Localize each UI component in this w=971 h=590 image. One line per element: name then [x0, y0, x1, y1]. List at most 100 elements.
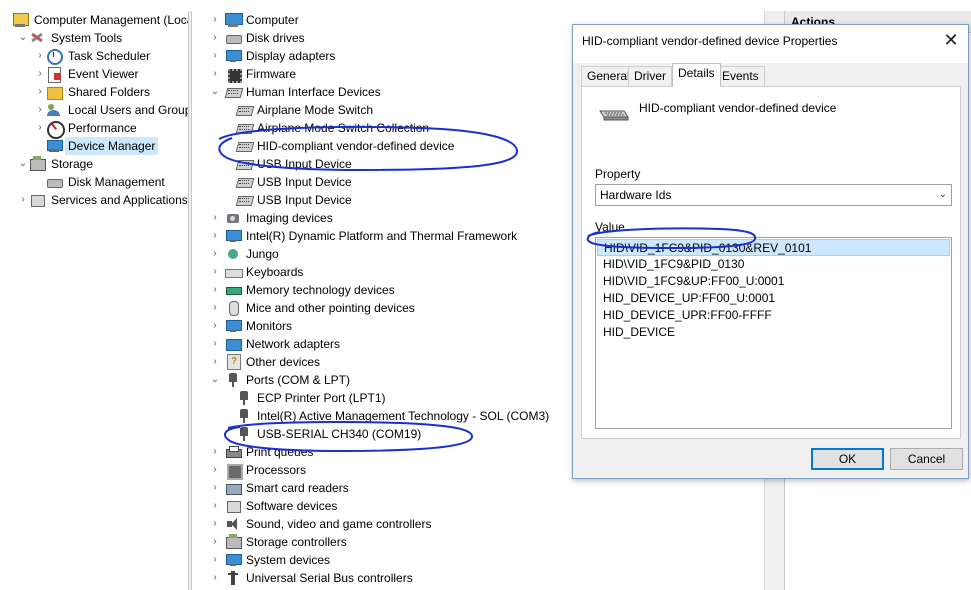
chevron-right-icon[interactable]: ›: [34, 83, 46, 101]
value-label: Value: [595, 220, 625, 234]
value-item[interactable]: HID\VID_1FC9&UP:FF00_U:0001: [597, 273, 950, 290]
tree-item-disk-management[interactable]: Disk Management: [34, 173, 168, 191]
value-item[interactable]: HID_DEVICE_UPR:FF00-FFFF: [597, 307, 950, 324]
chevron-right-icon[interactable]: ›: [209, 443, 221, 461]
device-item-intel-r-active-management-technology-sol-com3[interactable]: Intel(R) Active Management Technology - …: [236, 407, 551, 425]
chevron-right-icon[interactable]: ›: [209, 497, 221, 515]
device-item-human-interface-devices[interactable]: ⌄ Human Interface Devices: [211, 83, 383, 101]
tab-driver[interactable]: Driver: [628, 66, 672, 86]
chevron-right-icon[interactable]: ›: [34, 65, 46, 83]
device-item-system-devices[interactable]: › System devices: [213, 551, 332, 569]
chevron-right-icon[interactable]: ›: [34, 47, 46, 65]
clock-icon: [46, 48, 63, 65]
tree-item-performance[interactable]: › Performance: [34, 119, 140, 139]
device-item-memory-technology-devices[interactable]: › Memory technology devices: [213, 281, 397, 299]
device-item-other-devices[interactable]: ›Other devices: [213, 353, 322, 371]
chevron-right-icon[interactable]: ›: [209, 515, 221, 533]
device-item-display-adapters[interactable]: › Display adapters: [213, 47, 337, 65]
device-item-usb-serial-ch340-com19[interactable]: USB-SERIAL CH340 (COM19): [236, 425, 423, 443]
chevron-right-icon[interactable]: ›: [209, 281, 221, 299]
value-item[interactable]: HID_DEVICE_UP:FF00_U:0001: [597, 290, 950, 307]
device-item-smart-card-readers[interactable]: › Smart card readers: [213, 479, 351, 497]
device-item-software-devices[interactable]: › Software devices: [213, 497, 339, 515]
chevron-right-icon[interactable]: ›: [209, 317, 221, 335]
chevron-right-icon[interactable]: ›: [209, 353, 221, 371]
chevron-right-icon[interactable]: ›: [209, 11, 221, 29]
keyboard-icon: [225, 264, 243, 280]
tree-item-label: Performance: [68, 121, 137, 135]
chevron-down-icon[interactable]: ⌄: [17, 29, 29, 47]
tab-events[interactable]: Events: [716, 66, 765, 86]
device-item-usb-input-device[interactable]: USB Input Device: [236, 155, 354, 173]
device-item-usb-input-device[interactable]: USB Input Device: [236, 191, 354, 209]
tab-details[interactable]: Details: [672, 63, 721, 87]
tree-item-local-users-and-groups[interactable]: › Local Users and Groups: [34, 101, 188, 119]
chevron-right-icon[interactable]: ›: [209, 209, 221, 227]
chevron-down-icon[interactable]: ⌄: [209, 83, 221, 101]
chevron-down-icon[interactable]: ⌄: [17, 155, 29, 173]
device-item-processors[interactable]: › Processors: [213, 461, 308, 480]
device-item-sound-video-and-game-controllers[interactable]: › Sound, video and game controllers: [213, 515, 433, 533]
chevron-right-icon[interactable]: ›: [209, 263, 221, 281]
device-item-label: Intel(R) Active Management Technology - …: [257, 409, 550, 423]
device-item-network-adapters[interactable]: › Network adapters: [213, 335, 342, 353]
chevron-right-icon[interactable]: ›: [209, 335, 221, 353]
value-item[interactable]: HID\VID_1FC9&PID_0130: [597, 256, 950, 273]
chevron-right-icon[interactable]: ›: [209, 551, 221, 569]
chevron-right-icon[interactable]: ›: [34, 119, 46, 137]
device-item-ports-com-lpt[interactable]: ⌄ Ports (COM & LPT): [211, 371, 352, 389]
device-item-hid-compliant-vendor-defined-device[interactable]: HID-compliant vendor-defined device: [236, 137, 456, 155]
close-icon[interactable]: ✕: [934, 25, 968, 55]
device-item-label: Software devices: [246, 499, 338, 513]
chevron-down-icon[interactable]: ⌄: [209, 371, 221, 389]
tree-item-label: Local Users and Groups: [68, 103, 188, 117]
value-item[interactable]: HID_DEVICE: [597, 324, 950, 341]
device-item-airplane-mode-switch[interactable]: Airplane Mode Switch: [236, 101, 375, 119]
tree-item-task-scheduler[interactable]: › Task Scheduler: [34, 47, 153, 65]
chevron-right-icon[interactable]: ›: [209, 47, 221, 65]
device-item-disk-drives[interactable]: › Disk drives: [213, 29, 307, 47]
device-item-computer[interactable]: › Computer: [213, 11, 301, 29]
chevron-right-icon[interactable]: ›: [209, 299, 221, 317]
device-item-label: Memory technology devices: [246, 283, 395, 297]
chevron-right-icon[interactable]: ›: [209, 245, 221, 263]
services-icon: [29, 192, 45, 208]
value-item[interactable]: HID\VID_1FC9&PID_0130&REV_0101: [597, 239, 950, 256]
device-item-print-queues[interactable]: › Print queues: [213, 443, 315, 461]
cancel-button[interactable]: Cancel: [890, 448, 963, 470]
tree-item-device-manager[interactable]: Device Manager: [34, 137, 159, 155]
device-item-label: USB Input Device: [257, 193, 352, 207]
device-item-monitors[interactable]: › Monitors: [213, 317, 294, 335]
chevron-right-icon[interactable]: ›: [209, 533, 221, 551]
ok-button[interactable]: OK: [811, 448, 884, 470]
device-item-imaging-devices[interactable]: › Imaging devices: [213, 209, 335, 227]
property-select[interactable]: Hardware Ids ⌄: [595, 184, 952, 206]
monitor-icon: [225, 552, 242, 568]
tree-item-computer-management-local[interactable]: Computer Management (Local: [0, 11, 188, 29]
chevron-right-icon[interactable]: ›: [209, 29, 221, 47]
device-item-storage-controllers[interactable]: › Storage controllers: [213, 533, 349, 551]
tree-item-storage[interactable]: ⌄ Storage: [17, 155, 96, 173]
chevron-right-icon[interactable]: ›: [209, 461, 221, 479]
device-item-universal-serial-bus-controllers[interactable]: › Universal Serial Bus controllers: [213, 569, 415, 587]
chevron-right-icon[interactable]: ›: [34, 101, 46, 119]
chevron-right-icon[interactable]: ›: [209, 227, 221, 245]
device-item-firmware[interactable]: › Firmware: [213, 65, 298, 83]
device-item-usb-input-device[interactable]: USB Input Device: [236, 173, 354, 191]
device-item-label: USB Input Device: [257, 175, 352, 189]
tree-item-services-and-applications[interactable]: › Services and Applications: [17, 191, 188, 209]
chevron-right-icon[interactable]: ›: [209, 569, 221, 587]
device-item-mice-and-other-pointing-devices[interactable]: › Mice and other pointing devices: [213, 299, 417, 317]
tree-item-shared-folders[interactable]: › Shared Folders: [34, 83, 153, 101]
value-list[interactable]: HID\VID_1FC9&PID_0130&REV_0101 HID\VID_1F…: [595, 237, 952, 429]
tree-item-event-viewer[interactable]: › Event Viewer: [34, 65, 141, 83]
chevron-right-icon[interactable]: ›: [209, 479, 221, 497]
chevron-right-icon[interactable]: ›: [209, 65, 221, 83]
device-item-airplane-mode-switch-collection[interactable]: Airplane Mode Switch Collection: [236, 119, 431, 137]
device-item-ecp-printer-port-lpt1[interactable]: ECP Printer Port (LPT1): [236, 389, 387, 407]
chevron-right-icon[interactable]: ›: [17, 191, 29, 209]
device-item-jungo[interactable]: › Jungo: [213, 245, 281, 263]
device-item-intel-r-dynamic-platform-and-thermal-framework[interactable]: › Intel(R) Dynamic Platform and Thermal F…: [213, 227, 519, 245]
tree-item-system-tools[interactable]: ⌄ System Tools: [17, 29, 125, 47]
device-item-keyboards[interactable]: › Keyboards: [213, 263, 305, 281]
